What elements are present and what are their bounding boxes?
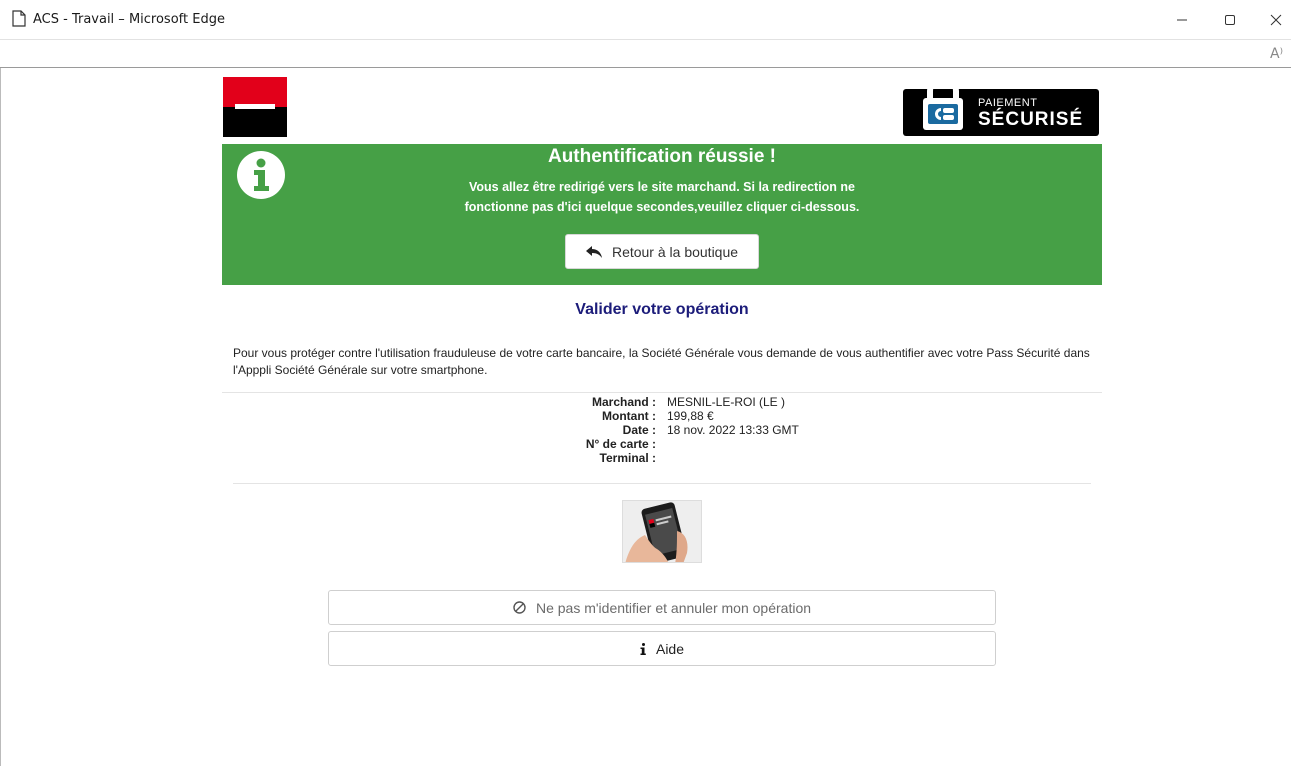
address-bar [0,40,1291,68]
cancel-operation-button[interactable]: Ne pas m'identifier et annuler mon opéra… [328,590,996,625]
logo-black-block [223,107,287,137]
back-to-shop-label: Retour à la boutique [611,243,739,260]
redirect-message: Vous allez être redirigé vers le site ma… [464,180,860,214]
validate-operation-title: Valider votre opération [575,301,749,318]
close-icon [1270,14,1282,26]
badge-line2: SÉCURISÉ [978,109,1084,130]
reply-icon [585,245,602,258]
date-value: 18 nov. 2022 13:33 GMT [667,423,799,437]
badge-line1: PAIEMENT [978,97,1038,109]
terminal-label: Terminal : [599,451,656,465]
hand-holding-phone-icon [623,501,701,562]
date-label: Date : [622,423,656,437]
cb-secure-payment-badge: PAIEMENT SÉCURISÉ [903,75,1099,136]
detail-row-merchant: Marchand : MESNIL-LE-ROI (LE ) [222,395,1102,409]
detail-row-amount: Montant : 199,88 € [222,409,1102,423]
help-label: Aide [655,640,685,657]
help-button[interactable]: Aide [328,631,996,666]
merchant-value: MESNIL-LE-ROI (LE ) [667,395,786,409]
cancel-operation-label: Ne pas m'identifier et annuler mon opéra… [535,599,812,616]
read-aloud-icon[interactable]: A⁾ [1270,46,1283,62]
detail-row-terminal: Terminal : [222,451,1102,465]
page-icon [12,10,26,27]
window-title: ACS - Travail – Microsoft Edge [33,12,225,27]
info-small-icon [640,642,646,655]
minimize-button[interactable] [1168,8,1196,32]
detail-row-date: Date : 18 nov. 2022 13:33 GMT [222,423,1102,437]
authentication-success-panel: Authentification réussie ! Vous allez êt… [222,144,1102,285]
merchant-label: Marchand : [591,395,656,409]
divider [222,392,1102,393]
success-title: Authentification réussie ! [547,146,777,167]
minimize-icon [1177,19,1187,21]
security-intro-text: Pour vous protéger contre l'utilisation … [233,346,1090,377]
detail-row-card-number: N° de carte : [222,437,1102,451]
close-button[interactable] [1262,8,1290,32]
card-number-label: N° de carte : [585,437,656,451]
padlock-icon [923,75,963,130]
amount-label: Montant : [602,409,656,423]
window-titlebar: ACS - Travail – Microsoft Edge [0,0,1291,40]
societe-generale-logo [223,77,287,137]
window-edge [0,68,1,766]
maximize-icon [1225,15,1235,25]
logo-red-block [223,77,287,107]
logo-white-bar [235,104,275,109]
smartphone-illustration [622,500,702,563]
amount-value: 199,88 € [667,409,714,423]
divider [233,483,1091,484]
ban-icon [513,601,526,614]
maximize-button[interactable] [1216,8,1244,32]
back-to-shop-button[interactable]: Retour à la boutique [565,234,759,269]
